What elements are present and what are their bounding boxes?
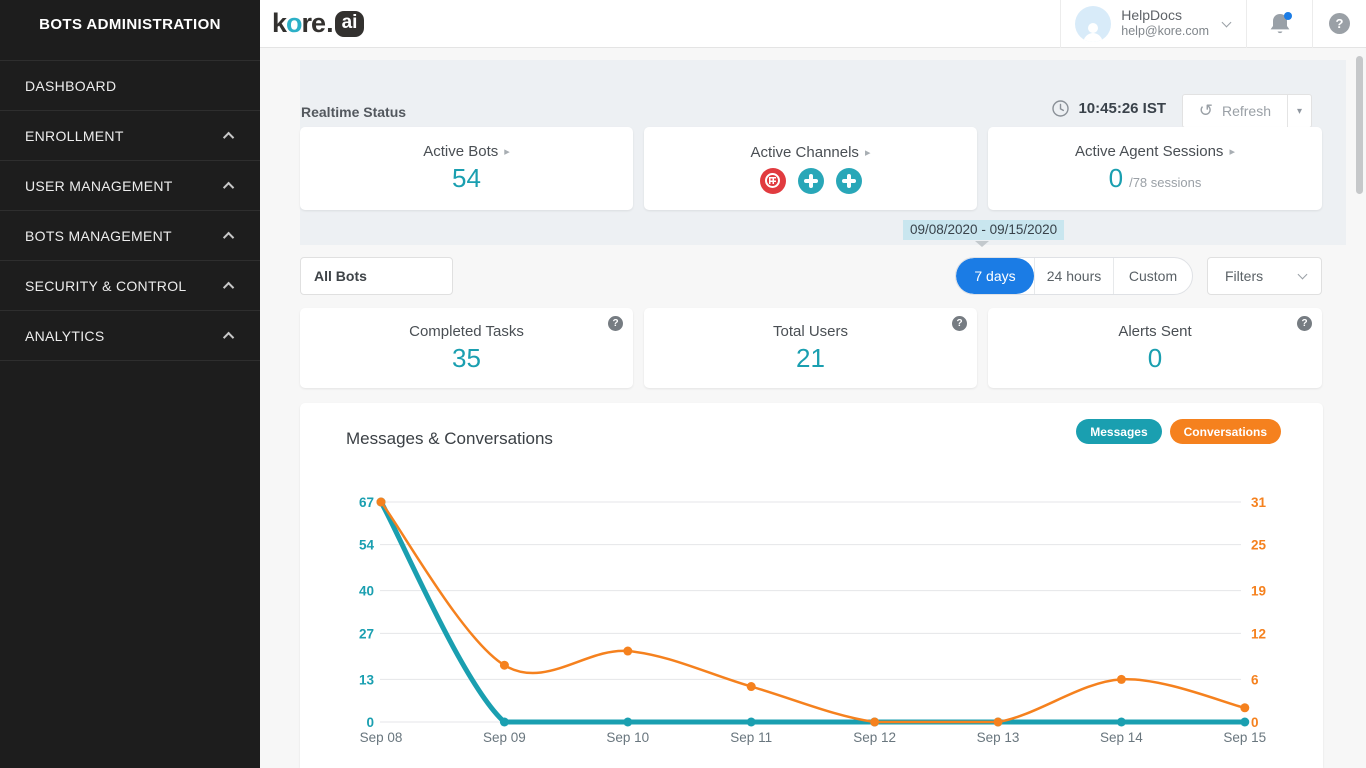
sidebar-item-bots-management[interactable]: BOTS MANAGEMENT <box>0 211 260 261</box>
svg-text:Sep 08: Sep 08 <box>360 730 403 745</box>
realtime-cards-row: Active Bots ▸ 54 Active Channels ▸ Ac <box>300 127 1346 210</box>
agent-sessions-capacity: /78 sessions <box>1129 175 1201 190</box>
svg-text:6: 6 <box>1251 672 1259 687</box>
completed-tasks-value: 35 <box>452 343 481 374</box>
chevron-down-icon <box>1298 270 1308 280</box>
svg-text:Sep 10: Sep 10 <box>606 730 649 745</box>
sidebar-item-enrollment[interactable]: ENROLLMENT <box>0 111 260 161</box>
svg-text:13: 13 <box>359 672 375 687</box>
arrow-right-icon: ▸ <box>865 146 871 159</box>
svg-text:54: 54 <box>359 538 375 553</box>
sidebar-title: BOTS ADMINISTRATION <box>0 0 260 49</box>
chevron-up-icon <box>223 281 234 292</box>
user-name: HelpDocs <box>1121 7 1209 25</box>
sidebar-item-security-control[interactable]: SECURITY & CONTROL <box>0 261 260 311</box>
total-users-card: ? Total Users 21 <box>644 308 977 388</box>
total-users-value: 21 <box>796 343 825 374</box>
notification-badge-dot <box>1284 12 1292 20</box>
svg-text:19: 19 <box>1251 584 1266 599</box>
chart-legend: Messages Conversations <box>1076 419 1281 444</box>
channel-icons <box>760 168 862 194</box>
svg-text:Sep 12: Sep 12 <box>853 730 896 745</box>
help-icon[interactable]: ? <box>608 316 623 331</box>
vertical-scrollbar[interactable] <box>1356 56 1363 194</box>
realtime-status-title: Realtime Status <box>301 104 406 120</box>
time-range-tabs: 7 days 24 hours Custom <box>955 257 1193 295</box>
sidebar-item-user-management[interactable]: USER MANAGEMENT <box>0 161 260 211</box>
svg-text:0: 0 <box>1251 715 1259 730</box>
top-bar: kore.ai HelpDocs help@kore.com ? <box>260 0 1366 48</box>
user-email: help@kore.com <box>1121 24 1209 40</box>
line-chart: 0 0 13 6 27 12 40 19 54 25 67 31 Sep 08 Sep 09 Sep 10 S… <box>300 488 1323 760</box>
chevron-up-icon <box>223 231 234 242</box>
refresh-icon: ↺ <box>1199 101 1213 121</box>
svg-text:27: 27 <box>359 626 374 641</box>
svg-text:25: 25 <box>1251 538 1267 553</box>
webhook-channel-icon <box>836 168 862 194</box>
logo-ai-badge: ai <box>335 11 365 37</box>
webhook-channel-icon <box>798 168 824 194</box>
active-channels-card[interactable]: Active Channels ▸ <box>644 127 977 210</box>
active-agent-sessions-card[interactable]: Active Agent Sessions ▸ 0 /78 sessions <box>988 127 1322 210</box>
conversations-legend-button[interactable]: Conversations <box>1170 419 1281 444</box>
date-range-label: 09/08/2020 - 09/15/2020 <box>903 220 1064 240</box>
alerts-sent-value: 0 <box>1148 343 1162 374</box>
refresh-button-group: ↺ Refresh ▾ <box>1182 94 1312 128</box>
tab-24-hours[interactable]: 24 hours <box>1034 258 1113 294</box>
arrow-right-icon: ▸ <box>504 145 510 158</box>
notifications-button[interactable] <box>1247 0 1312 48</box>
metrics-row: ? Completed Tasks 35 ? Total Users 21 ? … <box>300 308 1346 388</box>
clock-icon <box>1052 100 1069 117</box>
active-bots-value: 54 <box>452 163 481 194</box>
chevron-up-icon <box>223 331 234 342</box>
chevron-up-icon <box>223 181 234 192</box>
bot-selector-dropdown[interactable]: All Bots <box>300 257 453 295</box>
svg-text:Sep 14: Sep 14 <box>1100 730 1143 745</box>
refresh-button[interactable]: ↺ Refresh <box>1183 95 1287 127</box>
user-menu[interactable]: HelpDocs help@kore.com <box>1061 0 1246 48</box>
chart-title: Messages & Conversations <box>346 429 553 449</box>
sidebar-item-analytics[interactable]: ANALYTICS <box>0 311 260 361</box>
realtime-status-section: Realtime Status 10:45:26 IST ↺ Refresh ▾… <box>300 60 1346 245</box>
svg-text:Sep 13: Sep 13 <box>977 730 1020 745</box>
chevron-down-icon <box>1222 17 1232 27</box>
svg-text:67: 67 <box>359 495 374 510</box>
svg-text:Sep 15: Sep 15 <box>1223 730 1266 745</box>
main-content: Realtime Status 10:45:26 IST ↺ Refresh ▾… <box>260 48 1366 768</box>
svg-text:Sep 09: Sep 09 <box>483 730 526 745</box>
kore-ai-logo: kore.ai <box>272 8 364 39</box>
svg-text:12: 12 <box>1251 626 1266 641</box>
refresh-dropdown-button[interactable]: ▾ <box>1287 95 1311 127</box>
sidebar-item-dashboard[interactable]: DASHBOARD <box>0 61 260 111</box>
current-time: 10:45:26 IST <box>1078 100 1166 117</box>
completed-tasks-card: ? Completed Tasks 35 <box>300 308 633 388</box>
date-range-caret <box>975 241 989 247</box>
messages-conversations-chart-card: Messages & Conversations Messages Conver… <box>300 403 1323 768</box>
question-icon: ? <box>1329 13 1350 34</box>
svg-text:31: 31 <box>1251 495 1267 510</box>
svg-text:40: 40 <box>359 584 374 599</box>
help-icon[interactable]: ? <box>952 316 967 331</box>
help-button[interactable]: ? <box>1313 0 1366 48</box>
alerts-sent-card: ? Alerts Sent 0 <box>988 308 1322 388</box>
svg-text:0: 0 <box>366 715 374 730</box>
active-bots-card[interactable]: Active Bots ▸ 54 <box>300 127 633 210</box>
chevron-up-icon <box>223 131 234 142</box>
filters-button[interactable]: Filters <box>1207 257 1322 295</box>
arrow-right-icon: ▸ <box>1229 145 1235 158</box>
sidebar: BOTS ADMINISTRATION DASHBOARD ENROLLMENT… <box>0 0 260 768</box>
messages-legend-button[interactable]: Messages <box>1076 419 1161 444</box>
avatar <box>1075 6 1111 42</box>
tab-7-days[interactable]: 7 days <box>956 258 1034 294</box>
tab-custom[interactable]: Custom <box>1113 258 1192 294</box>
agent-sessions-value: 0 <box>1109 163 1123 194</box>
svg-text:Sep 11: Sep 11 <box>730 730 772 745</box>
realtime-clock: 10:45:26 IST <box>1052 100 1166 117</box>
help-icon[interactable]: ? <box>1297 316 1312 331</box>
twilio-channel-icon <box>760 168 786 194</box>
